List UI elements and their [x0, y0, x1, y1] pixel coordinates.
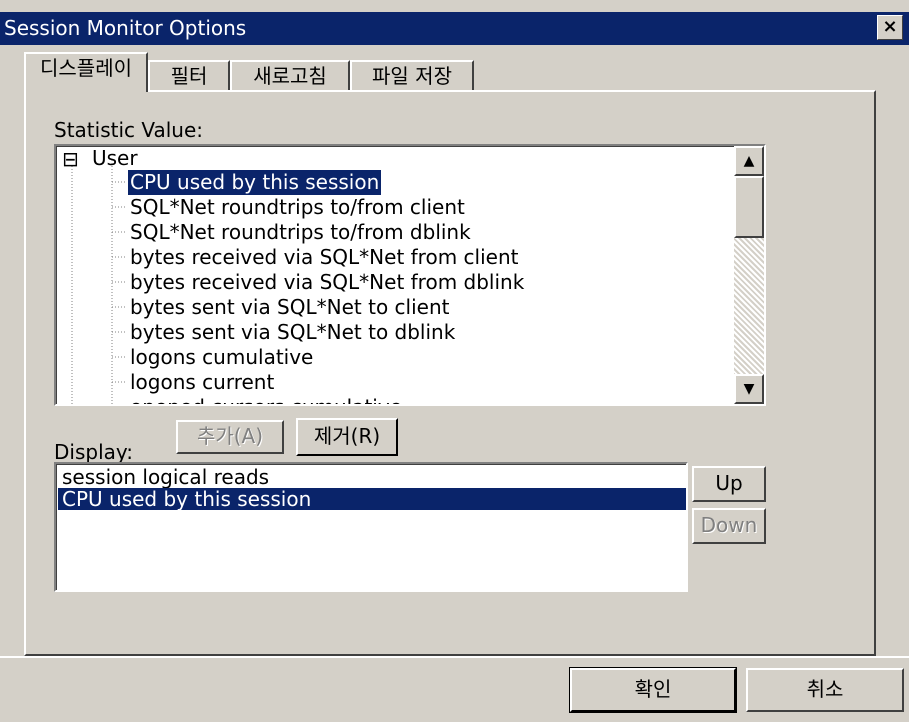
tree-vertical-scrollbar[interactable]: ▲ ▼	[734, 146, 764, 404]
down-button-label: Down	[700, 513, 758, 537]
tree-item[interactable]: logons current	[130, 370, 274, 395]
tree-item[interactable]: bytes sent via SQL*Net to client	[130, 295, 449, 320]
tab-filter[interactable]: 필터	[148, 60, 230, 90]
display-label: Display:	[54, 440, 134, 464]
statistic-tree[interactable]: ⊟ User CPU used by this session SQL*Net …	[54, 144, 766, 406]
scroll-thumb[interactable]	[734, 176, 764, 238]
cancel-button[interactable]: 취소	[746, 668, 904, 712]
session-monitor-options-dialog: Session Monitor Options × 디스플레이 필터 새로고침 …	[0, 0, 909, 722]
tab-save-file[interactable]: 파일 저장	[350, 60, 474, 90]
triangle-up-icon: ▲	[743, 153, 755, 169]
display-list[interactable]: session logical reads CPU used by this s…	[54, 462, 688, 592]
tree-item[interactable]: opened cursors cumulative	[130, 395, 402, 404]
tree-collapse-icon[interactable]: ⊟	[62, 147, 79, 172]
tab-refresh[interactable]: 새로고침	[230, 60, 350, 90]
scroll-down-button[interactable]: ▼	[734, 374, 764, 404]
close-icon: ×	[882, 16, 898, 37]
tree-item[interactable]: bytes received via SQL*Net from client	[130, 245, 518, 270]
tree-item[interactable]: bytes sent via SQL*Net to dblink	[130, 320, 455, 345]
scroll-up-button[interactable]: ▲	[734, 146, 764, 176]
cancel-button-label: 취소	[806, 677, 844, 701]
tree-item[interactable]: logons cumulative	[130, 345, 313, 370]
tab-display[interactable]: 디스플레이	[24, 52, 148, 92]
window-title: Session Monitor Options	[4, 16, 247, 40]
display-list-item[interactable]: CPU used by this session	[58, 488, 686, 510]
tab-save-file-label: 파일 저장	[372, 64, 452, 88]
statistic-value-label: Statistic Value:	[54, 118, 204, 142]
tree-item[interactable]: CPU used by this session	[126, 169, 383, 196]
title-bar[interactable]: Session Monitor Options ×	[0, 12, 909, 45]
add-button-label: 추가(A)	[196, 424, 264, 448]
tree-item[interactable]: SQL*Net roundtrips to/from dblink	[130, 220, 471, 245]
remove-button[interactable]: 제거(R)	[296, 418, 398, 456]
tab-filter-label: 필터	[170, 64, 208, 88]
up-button-label: Up	[715, 471, 743, 495]
ok-button-label: 확인	[634, 677, 672, 701]
down-button[interactable]: Down	[692, 508, 766, 544]
tab-display-label: 디스플레이	[40, 56, 132, 80]
display-list-item[interactable]: session logical reads	[58, 466, 686, 488]
remove-button-label: 제거(R)	[313, 424, 381, 448]
ok-button[interactable]: 확인	[569, 667, 737, 713]
tab-refresh-label: 새로고침	[253, 64, 327, 88]
close-button[interactable]: ×	[877, 15, 903, 40]
tree-root-user[interactable]: User	[92, 146, 138, 171]
tree-item[interactable]: SQL*Net roundtrips to/from client	[130, 195, 465, 220]
tree-item[interactable]: bytes received via SQL*Net from dblink	[130, 270, 524, 295]
footer-divider	[0, 656, 909, 658]
triangle-down-icon: ▼	[743, 381, 755, 397]
up-button[interactable]: Up	[692, 466, 766, 502]
add-button[interactable]: 추가(A)	[176, 420, 284, 454]
